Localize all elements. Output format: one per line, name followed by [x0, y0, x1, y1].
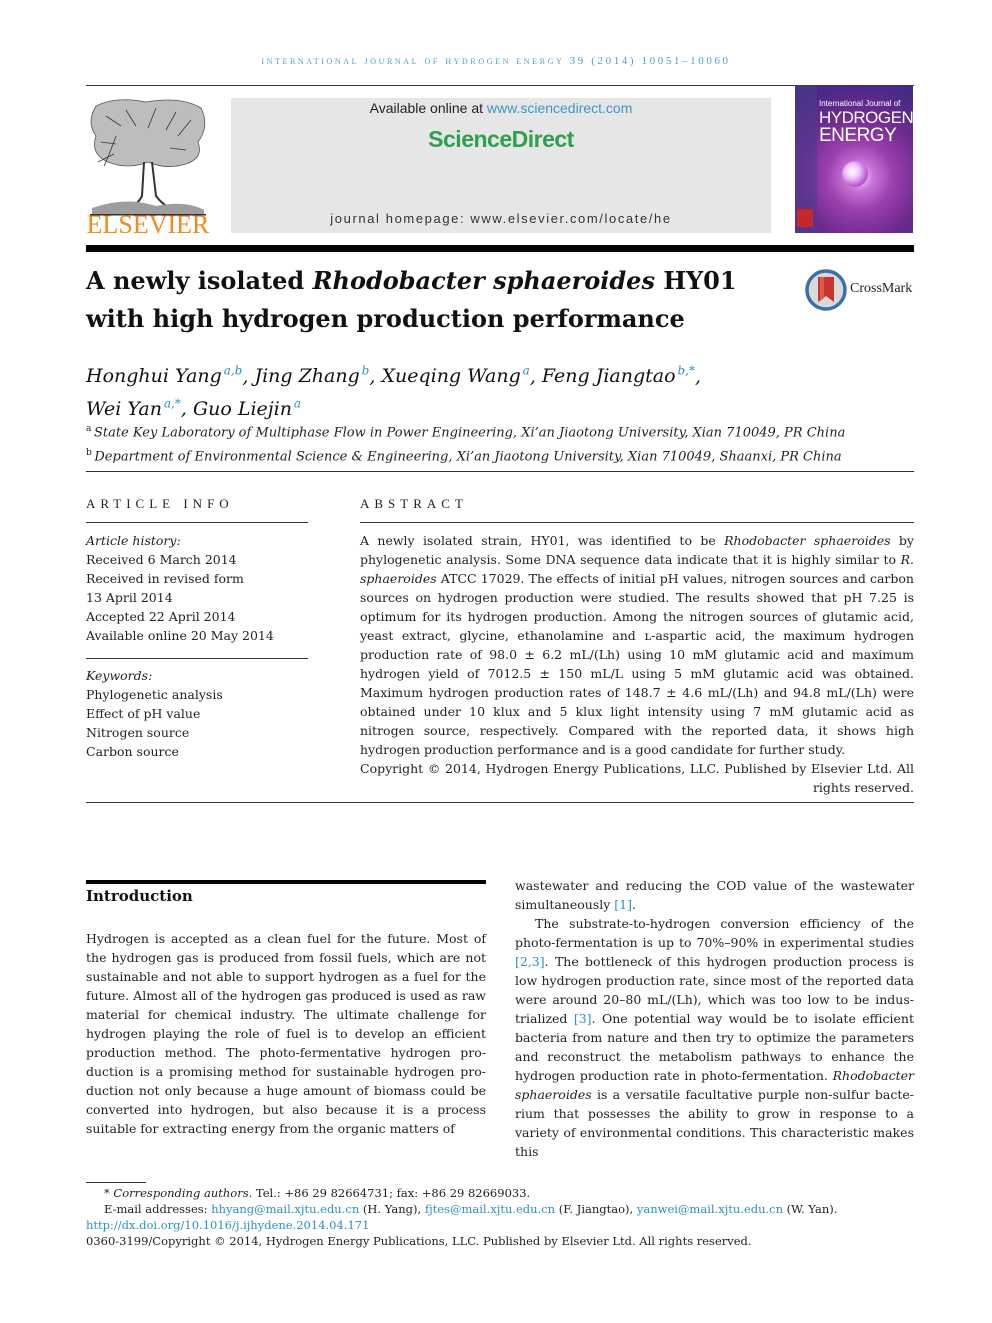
email-link[interactable]: fjtes@mail.xjtu.edu.cn [425, 1202, 555, 1216]
introduction-heading: Introduction [86, 887, 193, 905]
author-affil-marker[interactable]: b,* [677, 364, 695, 378]
author[interactable]: Guo Liejin a [193, 396, 301, 419]
affiliation: b Department of Environmental Science & … [86, 448, 842, 465]
affiliations-rule [86, 471, 914, 472]
keyword: Carbon source [86, 744, 179, 759]
author[interactable]: Xueqing Wang a [381, 364, 530, 387]
author-affil-marker[interactable]: a [523, 364, 530, 378]
author[interactable]: Wei Yan a,* [86, 396, 181, 419]
citation-link[interactable]: [1] [614, 897, 632, 912]
author[interactable]: Jing Zhang b [254, 364, 370, 387]
author[interactable]: Feng Jiangtao b,* [542, 364, 695, 387]
abstract-heading: ABSTRACT [360, 496, 468, 511]
corresponding-author-note: * Corresponding authors. Tel.: +86 29 82… [104, 1186, 531, 1200]
title-part2: HY01 [654, 266, 737, 295]
article-info-rule [86, 522, 308, 523]
footnotes: * Corresponding authors. Tel.: +86 29 82… [86, 1185, 926, 1249]
history-item: 13 April 2014 [86, 590, 173, 605]
introduction-rule [86, 880, 486, 884]
keywords-rule [86, 658, 308, 659]
keyword: Effect of pH value [86, 706, 201, 721]
title-line2: with high hydrogen production performanc… [86, 304, 685, 333]
issn-copyright: 0360-3199/Copyright © 2014, Hydrogen Ene… [86, 1234, 752, 1248]
journal-cover-image: International Journal of HYDROGEN ENERGY [795, 85, 913, 233]
author[interactable]: Honghui Yang a,b [86, 364, 243, 387]
email-link[interactable]: hhyang@mail.xjtu.edu.cn [211, 1202, 359, 1216]
author-affil-marker[interactable]: a,* [164, 396, 181, 410]
cover-title-line3: ENERGY [819, 125, 897, 146]
keyword: Nitrogen source [86, 725, 190, 740]
introduction-left-column: Hydrogen is accepted as a clean fuel for… [86, 929, 486, 1138]
title-part1: A newly isolated [86, 266, 313, 295]
email-link[interactable]: yanwei@mail.xjtu.edu.cn [637, 1202, 783, 1216]
cover-title-line2: HYDROGEN [819, 108, 913, 127]
citation-link[interactable]: [2,3] [515, 954, 545, 969]
history-item: Received 6 March 2014 [86, 552, 237, 567]
running-head: INTERNATIONAL JOURNAL OF HYDROGEN ENERGY… [261, 55, 731, 67]
available-online-prefix: Available online at [369, 100, 487, 116]
paragraph: Hydrogen is accepted as a clean fuel for… [86, 931, 486, 1136]
article-history: Article history: Received 6 March 2014 R… [86, 531, 308, 645]
history-item: Accepted 22 April 2014 [86, 609, 236, 624]
keywords: Keywords: Phylogenetic analysis Effect o… [86, 666, 308, 761]
author-affil-marker[interactable]: a [294, 396, 301, 410]
doi-link[interactable]: http://dx.doi.org/10.1016/j.ijhydene.201… [86, 1218, 369, 1232]
article-history-label: Article history: [86, 533, 181, 548]
author-list: Honghui Yang a,b, Jing Zhang b, Xueqing … [86, 364, 702, 420]
top-rule [86, 85, 914, 86]
paragraph: wastewater and reducing the COD value of… [515, 878, 914, 912]
article-info-heading: ARTICLE INFO [86, 496, 234, 511]
keywords-label: Keywords: [86, 668, 153, 683]
header-thick-rule [86, 245, 914, 252]
title-species: Rhodobacter sphaeroides [312, 266, 655, 295]
author-affil-marker[interactable]: b [362, 364, 370, 378]
sciencedirect-link[interactable]: www.sciencedirect.com [487, 100, 633, 116]
footnote-rule [86, 1182, 146, 1183]
sciencedirect-logo: ScienceDirect [428, 126, 574, 152]
crossmark-label[interactable]: CrossMark [850, 281, 912, 297]
keyword: Phylogenetic analysis [86, 687, 223, 702]
journal-homepage-link[interactable]: journal homepage: www.elsevier.com/locat… [231, 211, 771, 226]
cover-title-line1: International Journal of [819, 99, 901, 108]
abstract-body: A newly isolated strain, HY01, was ident… [360, 531, 914, 797]
history-item: Available online 20 May 2014 [86, 628, 274, 643]
author-affil-marker[interactable]: a,b [224, 364, 243, 378]
cover-orb-graphic [842, 161, 868, 187]
available-online-line: Available online at www.sciencedirect.co… [231, 100, 771, 116]
citation-link[interactable]: [3] [574, 1011, 592, 1026]
history-item: Received in revised form [86, 571, 244, 586]
introduction-right-column: wastewater and reducing the COD value of… [515, 876, 914, 1161]
affiliations: a State Key Laboratory of Multiphase Flo… [86, 419, 846, 468]
elsevier-wordmark: ELSEVIER [86, 210, 210, 239]
abstract-rule [360, 522, 914, 523]
abstract-copyright: Copyright © 2014, Hydrogen Energy Public… [360, 761, 914, 795]
cover-logo-badge [797, 209, 813, 227]
affiliation: a State Key Laboratory of Multiphase Flo… [86, 424, 846, 441]
email-addresses: E-mail addresses: hhyang@mail.xjtu.edu.c… [104, 1202, 838, 1216]
abstract-text: A newly isolated strain, HY01, was ident… [360, 533, 914, 757]
abstract-bottom-rule [86, 802, 914, 803]
article-title: A newly isolated Rhodobacter sphaeroides… [86, 262, 786, 338]
paragraph: The substrate-to-hydrogen conversion eff… [515, 916, 914, 1159]
